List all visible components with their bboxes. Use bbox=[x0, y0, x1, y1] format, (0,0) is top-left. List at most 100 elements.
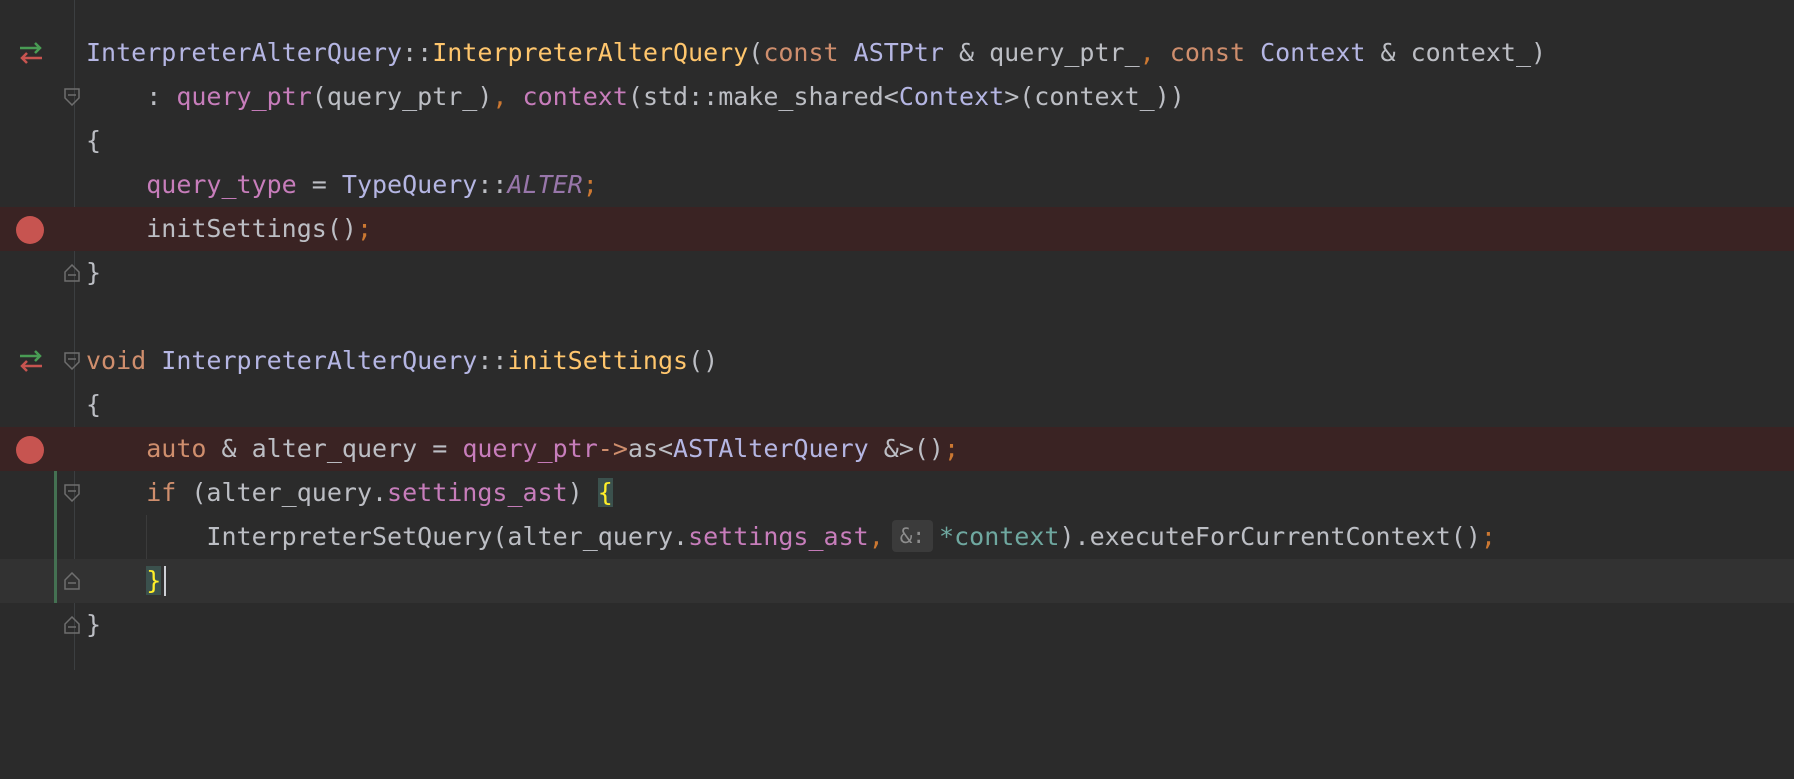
code-token: :: bbox=[477, 170, 508, 199]
code-token: } bbox=[86, 610, 102, 639]
fold-collapse-icon[interactable] bbox=[64, 484, 80, 502]
code-line-13-current[interactable]: } bbox=[0, 559, 1794, 603]
code-token: query_type bbox=[146, 170, 297, 199]
code-token: InterpreterAlterQuery bbox=[432, 38, 749, 67]
code-text[interactable]: } bbox=[86, 559, 162, 603]
code-line-12[interactable]: InterpreterSetQuery(alter_query.settings… bbox=[0, 515, 1794, 559]
fold-end-icon[interactable] bbox=[64, 616, 80, 634]
code-token: InterpreterAlterQuery bbox=[161, 346, 478, 375]
code-token: context bbox=[522, 82, 628, 111]
code-token: : bbox=[86, 82, 177, 111]
code-token: ; bbox=[582, 170, 598, 199]
code-text[interactable]: { bbox=[86, 383, 101, 427]
code-token: &>() bbox=[868, 434, 944, 463]
code-token: (alter_query. bbox=[176, 478, 388, 507]
indent-guide bbox=[146, 515, 147, 559]
code-token: InterpreterSetQuery(alter_query. bbox=[86, 522, 689, 551]
code-token: query_ptr bbox=[176, 82, 312, 111]
code-token: = bbox=[296, 170, 342, 199]
code-token: &: bbox=[891, 520, 934, 552]
code-line-10-breakpoint[interactable]: auto & alter_query = query_ptr->as<ASTAl… bbox=[0, 427, 1794, 471]
code-token: & context_) bbox=[1380, 38, 1547, 67]
breakpoint-icon[interactable] bbox=[16, 216, 44, 244]
fold-collapse-icon[interactable] bbox=[64, 88, 80, 106]
code-token: const bbox=[763, 38, 839, 67]
code-token: Context bbox=[898, 82, 1005, 111]
code-line-3[interactable]: { bbox=[0, 119, 1794, 163]
code-token: , bbox=[492, 82, 508, 111]
code-token: & query_ptr_ bbox=[959, 38, 1140, 67]
code-token: ALTER bbox=[507, 170, 583, 199]
code-token: settings_ast bbox=[688, 522, 869, 551]
code-token: (std::make_shared< bbox=[627, 82, 899, 111]
code-text[interactable]: auto & alter_query = query_ptr->as<ASTAl… bbox=[86, 427, 959, 471]
implementation-gutter-icon[interactable] bbox=[16, 39, 46, 67]
code-text[interactable]: } bbox=[86, 251, 101, 295]
text-cursor bbox=[164, 566, 166, 596]
code-text[interactable]: InterpreterAlterQuery::InterpreterAlterQ… bbox=[86, 31, 1546, 75]
code-token: ASTPtr bbox=[838, 38, 960, 67]
code-token: :: bbox=[402, 38, 433, 67]
code-text[interactable]: } bbox=[86, 603, 101, 647]
code-token: if bbox=[146, 478, 177, 507]
code-line-6[interactable]: } bbox=[0, 251, 1794, 295]
code-token: >(context_)) bbox=[1004, 82, 1185, 111]
code-token: settings_ast bbox=[387, 478, 568, 507]
code-token: initSettings bbox=[507, 346, 689, 375]
code-line-11[interactable]: if (alter_query.settings_ast) { bbox=[0, 471, 1794, 515]
code-token: auto bbox=[146, 434, 207, 463]
code-token: ) bbox=[567, 478, 598, 507]
code-token: , bbox=[1139, 38, 1155, 67]
code-token: query_ptr bbox=[462, 434, 598, 463]
code-token: ( bbox=[748, 38, 764, 67]
code-token: void bbox=[86, 346, 147, 375]
fold-collapse-icon[interactable] bbox=[64, 352, 80, 370]
code-token: ; bbox=[356, 214, 372, 243]
code-token: & alter_query = bbox=[206, 434, 463, 463]
code-text[interactable]: initSettings(); bbox=[86, 207, 372, 251]
code-token: ).executeForCurrentContext() bbox=[1059, 522, 1481, 551]
code-text[interactable]: if (alter_query.settings_ast) { bbox=[86, 471, 613, 515]
code-text[interactable]: : query_ptr(query_ptr_), context(std::ma… bbox=[86, 75, 1185, 119]
code-token: Context bbox=[1245, 38, 1381, 67]
code-token: () bbox=[688, 346, 719, 375]
code-token: } bbox=[146, 566, 162, 595]
code-line-5-breakpoint[interactable]: initSettings(); bbox=[0, 207, 1794, 251]
code-text[interactable]: query_type = TypeQuery::ALTER; bbox=[86, 163, 598, 207]
code-text[interactable]: InterpreterSetQuery(alter_query.settings… bbox=[86, 515, 1496, 559]
code-token: { bbox=[86, 390, 102, 419]
vcs-change-marker[interactable] bbox=[54, 471, 57, 603]
code-token: { bbox=[597, 478, 613, 507]
code-line-8[interactable]: void InterpreterAlterQuery::initSettings… bbox=[0, 339, 1794, 383]
code-token: ; bbox=[1480, 522, 1496, 551]
code-token: const bbox=[1169, 38, 1246, 67]
code-token: *context bbox=[939, 522, 1060, 551]
fold-end-icon[interactable] bbox=[64, 572, 80, 590]
code-line-9[interactable]: { bbox=[0, 383, 1794, 427]
code-text[interactable]: void InterpreterAlterQuery::initSettings… bbox=[86, 339, 718, 383]
code-line-14[interactable]: } bbox=[0, 603, 1794, 647]
code-token: as< bbox=[627, 434, 674, 463]
code-line-7[interactable] bbox=[0, 295, 1794, 339]
code-line-1[interactable]: InterpreterAlterQuery::InterpreterAlterQ… bbox=[0, 31, 1794, 75]
code-token: -> bbox=[597, 434, 628, 463]
code-token: ; bbox=[943, 434, 960, 463]
code-token: { bbox=[86, 126, 102, 155]
code-token: TypeQuery bbox=[341, 170, 478, 199]
code-line-4[interactable]: query_type = TypeQuery::ALTER; bbox=[0, 163, 1794, 207]
code-editor[interactable]: InterpreterAlterQuery::InterpreterAlterQ… bbox=[0, 0, 1794, 670]
code-line-2[interactable]: : query_ptr(query_ptr_), context(std::ma… bbox=[0, 75, 1794, 119]
fold-end-icon[interactable] bbox=[64, 264, 80, 282]
code-token: initSettings() bbox=[86, 214, 357, 243]
code-token: } bbox=[86, 258, 102, 287]
breakpoint-icon[interactable] bbox=[16, 436, 44, 464]
code-text[interactable]: { bbox=[86, 119, 101, 163]
implementation-gutter-icon[interactable] bbox=[16, 347, 46, 375]
code-token: , bbox=[868, 522, 884, 551]
